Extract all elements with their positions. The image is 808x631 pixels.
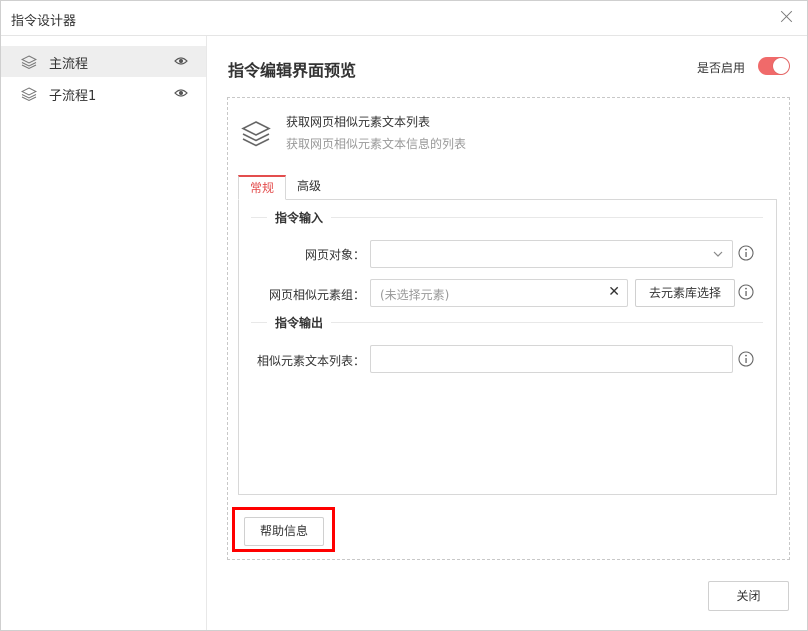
command-layers-icon [241,121,271,147]
page-title: 指令编辑界面预览 [228,61,357,80]
clear-icon[interactable]: ✕ [608,284,620,300]
tab-advanced[interactable]: 高级 [286,175,332,198]
layers-icon [21,55,37,70]
web-object-select[interactable] [370,240,733,268]
info-icon[interactable] [738,284,754,300]
title-bar: 指令设计器 [1,1,807,36]
output-section-title: 指令输出 [267,314,332,331]
info-icon[interactable] [738,245,754,261]
toggle-knob [773,58,789,74]
similar-text-list-input[interactable] [370,345,733,373]
layers-icon [21,87,37,102]
window-title: 指令设计器 [11,14,77,29]
main-panel: 指令编辑界面预览 是否启用 获取网页相似元素文本列表 获取网页相似元素文本信息的… [207,36,807,630]
eye-icon[interactable] [174,88,188,98]
tab-panel: 指令输入 网页对象： 网页相似元素组： (未选择元素) ✕ 去元素库选择 指令输… [238,199,777,495]
info-icon[interactable] [738,351,754,367]
enable-label: 是否启用 [697,61,746,75]
sidebar: 主流程 子流程1 [1,36,207,630]
tab-general[interactable]: 常规 [238,175,286,200]
field-label-similar-text-list: 相似元素文本列表： [256,354,365,368]
chevron-down-icon [713,251,723,257]
command-description: 获取网页相似元素文本信息的列表 [286,137,467,151]
preview-area: 获取网页相似元素文本列表 获取网页相似元素文本信息的列表 常规 高级 指令输入 … [227,97,790,560]
close-button[interactable]: 关闭 [708,581,789,611]
eye-icon[interactable] [174,56,188,66]
sidebar-item-main-flow[interactable]: 主流程 [1,46,206,77]
similar-elements-input[interactable]: (未选择元素) ✕ [370,279,628,307]
input-section-title: 指令输入 [267,209,332,226]
close-icon[interactable] [779,9,795,25]
field-label-similar-elements: 网页相似元素组： [268,288,365,302]
sidebar-item-sub-flow-1[interactable]: 子流程1 [1,78,206,109]
similar-elements-placeholder: (未选择元素) [380,288,450,302]
sidebar-item-label: 子流程1 [49,89,97,104]
command-name: 获取网页相似元素文本列表 [286,115,431,129]
sidebar-item-label: 主流程 [49,57,89,72]
enable-toggle[interactable] [758,57,790,75]
instruction-designer-window: 指令设计器 主流程 子流程1 指令编辑界面预览 是否启用 获取网页相似元素文本列… [0,0,808,631]
field-label-web-object: 网页对象： [304,248,365,262]
element-library-button[interactable]: 去元素库选择 [635,279,735,307]
help-button[interactable]: 帮助信息 [244,517,324,546]
